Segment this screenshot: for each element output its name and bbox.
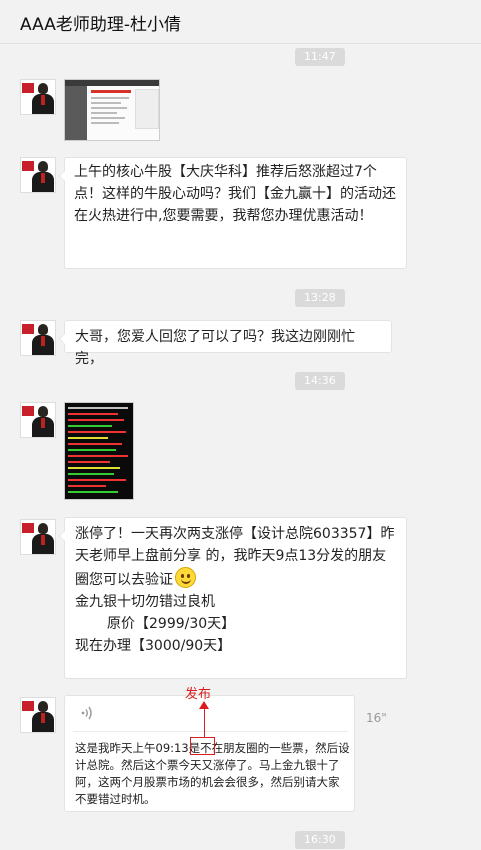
message-text: 金九银十切勿错过良机 (75, 594, 215, 610)
voice-duration: 16" (366, 711, 387, 725)
message-bubble: 大哥，您爱人回您了可以了吗？我这边刚刚忙完， (59, 320, 392, 367)
voice-wave-icon (80, 705, 94, 721)
annotation-line (204, 706, 205, 738)
image-message-screenshot[interactable] (64, 79, 160, 141)
message-bubble: 涨停了！一天再次两支涨停【设计总院603357】昨天老师早上盘前分享 的，我昨天… (59, 517, 407, 679)
avatar[interactable] (20, 157, 56, 193)
timestamp: 16:30 (295, 831, 345, 849)
annotation-highlight-box (190, 737, 215, 755)
timestamp: 11:47 (295, 48, 345, 66)
annotation-label: 发布 (185, 687, 212, 702)
message-text: 涨停了！一天再次两支涨停【设计总院603357】昨天老师早上盘前分享 的，我昨天… (75, 526, 395, 588)
message-text: 现在办理【3000/90天】 (75, 638, 232, 654)
avatar[interactable] (20, 519, 56, 555)
avatar[interactable] (20, 697, 56, 733)
avatar[interactable] (20, 320, 56, 356)
avatar[interactable] (20, 79, 56, 115)
message-text: 上午的核心牛股【大庆华科】推荐后怒涨超过7个点！这样的牛股心动吗？我们【金九赢十… (74, 164, 396, 224)
message-bubble: 上午的核心牛股【大庆华科】推荐后怒涨超过7个点！这样的牛股心动吗？我们【金九赢十… (59, 157, 407, 269)
chat-header: AAA老师助理-杜小倩 (0, 0, 481, 44)
timestamp: 14:36 (295, 372, 345, 390)
smile-emoji-icon (175, 567, 196, 588)
message-text: 原价【2999/30天】 (107, 616, 236, 632)
message-text: 大哥，您爱人回您了可以了吗？我这边刚刚忙完， (75, 329, 355, 367)
image-message-stock-quote[interactable] (64, 402, 134, 500)
divider (73, 731, 348, 732)
avatar[interactable] (20, 402, 56, 438)
chat-title: AAA老师助理-杜小倩 (20, 15, 181, 35)
timestamp: 13:28 (295, 289, 345, 307)
